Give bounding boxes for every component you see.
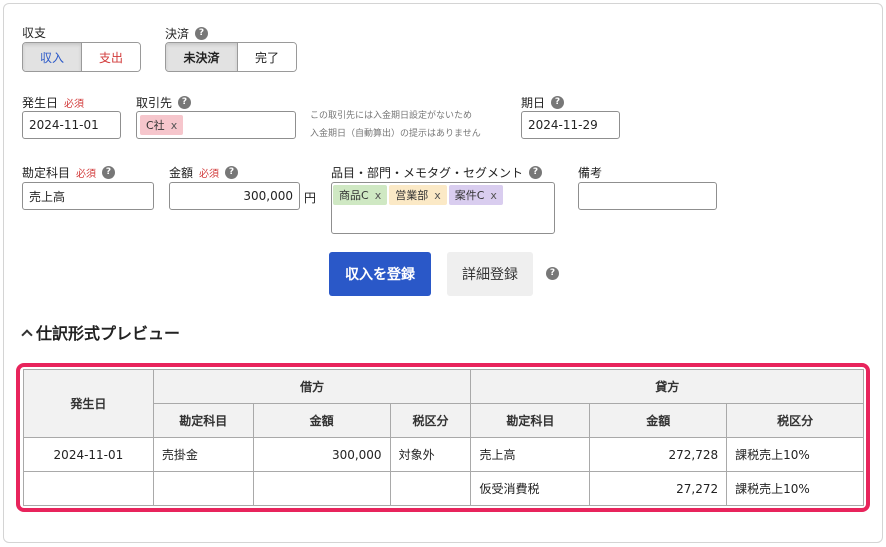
tags-label-text: 品目・部門・メモタグ・セグメント bbox=[331, 166, 524, 180]
date-input[interactable]: 2024-11-01 bbox=[22, 111, 121, 139]
header-credit-amount: 金額 bbox=[589, 403, 728, 438]
partner-note-line2: 入金期日（自動算出）の提示はありません bbox=[310, 129, 481, 139]
partner-tag-text: C社 bbox=[146, 119, 165, 132]
tag-item: 商品C x bbox=[333, 185, 388, 205]
partner-tag: C社 x bbox=[140, 115, 184, 135]
row-date bbox=[23, 471, 154, 506]
detail-register-button[interactable]: 詳細登録 bbox=[447, 252, 533, 296]
settlement-label-text: 決済 bbox=[165, 27, 190, 41]
partner-label: 取引先? bbox=[136, 94, 192, 111]
header-credit: 貸方 bbox=[470, 369, 864, 404]
settlement-help-icon[interactable]: ? bbox=[195, 27, 209, 40]
remove-partner-icon[interactable]: x bbox=[171, 119, 178, 132]
tag-department-text: 営業部 bbox=[395, 189, 429, 202]
tag-memo-text: 案件C bbox=[454, 189, 485, 202]
chevron-up-icon bbox=[21, 329, 33, 341]
date-label-text: 発生日 bbox=[22, 96, 59, 110]
partner-note-line1: この取引先には入金期日設定がないため bbox=[310, 111, 473, 121]
amount-value: 300,000 bbox=[243, 189, 293, 203]
amount-label: 金額 必須? bbox=[169, 164, 239, 181]
settlement-label: 決済? bbox=[165, 25, 209, 42]
due-date-value: 2024-11-29 bbox=[528, 118, 598, 132]
row-debit-tax: 対象外 bbox=[389, 437, 472, 472]
header-debit: 借方 bbox=[152, 369, 472, 404]
row-credit-tax: 課税売上10% bbox=[726, 437, 864, 472]
tags-input[interactable]: 商品C x 営業部 x 案件C x bbox=[331, 182, 555, 234]
row-debit-tax bbox=[389, 471, 472, 506]
row-credit-account: 売上高 bbox=[470, 437, 591, 472]
amount-label-text: 金額 bbox=[169, 166, 194, 180]
header-debit-amount: 金額 bbox=[252, 403, 391, 438]
tags-help-icon[interactable]: ? bbox=[529, 166, 543, 179]
account-label: 勘定科目 必須? bbox=[22, 164, 116, 181]
partner-input[interactable]: C社 x bbox=[136, 111, 296, 139]
tags-label: 品目・部門・メモタグ・セグメント? bbox=[331, 164, 543, 181]
memo-input[interactable] bbox=[578, 182, 717, 210]
required-badge: 必須 bbox=[64, 99, 85, 110]
partner-label-text: 取引先 bbox=[136, 96, 173, 110]
amount-input[interactable]: 300,000 bbox=[169, 182, 300, 210]
date-label: 発生日 必須 bbox=[22, 94, 84, 111]
table-row: 2024-11-01 売掛金 300,000 対象外 売上高 272,728 課… bbox=[23, 437, 864, 472]
preview-title: 仕訳形式プレビュー bbox=[36, 324, 181, 343]
preview-toggle[interactable]: 仕訳形式プレビュー bbox=[21, 320, 180, 344]
header-date: 発生日 bbox=[23, 369, 154, 438]
amount-help-icon[interactable]: ? bbox=[225, 166, 239, 179]
row-date: 2024-11-01 bbox=[23, 437, 154, 472]
type-toggle: 収入 支出 bbox=[22, 42, 141, 72]
date-value: 2024-11-01 bbox=[29, 118, 99, 132]
type-label: 収支 bbox=[22, 24, 46, 41]
amount-unit-text: 円 bbox=[304, 191, 317, 205]
row-credit-account: 仮受消費税 bbox=[470, 471, 591, 506]
header-debit-account: 勘定科目 bbox=[152, 403, 254, 438]
row-credit-amount: 272,728 bbox=[589, 437, 728, 472]
required-badge: 必須 bbox=[199, 169, 220, 180]
tag-item-text: 商品C bbox=[339, 189, 369, 202]
unsettled-option[interactable]: 未決済 bbox=[166, 43, 237, 71]
account-label-text: 勘定科目 bbox=[22, 166, 71, 180]
row-debit-amount bbox=[252, 471, 391, 506]
account-help-icon[interactable]: ? bbox=[102, 166, 116, 179]
row-debit-amount: 300,000 bbox=[252, 437, 391, 472]
type-label-text: 収支 bbox=[22, 26, 47, 40]
memo-label: 備考 bbox=[578, 164, 602, 181]
amount-unit: 円 bbox=[304, 189, 316, 206]
header-credit-tax: 税区分 bbox=[726, 403, 864, 438]
row-debit-account bbox=[152, 471, 254, 506]
due-label: 期日? bbox=[521, 94, 565, 111]
due-help-icon[interactable]: ? bbox=[551, 96, 565, 109]
due-date-input[interactable]: 2024-11-29 bbox=[521, 111, 620, 139]
settled-option[interactable]: 完了 bbox=[237, 43, 296, 71]
header-credit-account: 勘定科目 bbox=[470, 403, 591, 438]
expense-option[interactable]: 支出 bbox=[81, 43, 140, 71]
register-income-button[interactable]: 収入を登録 bbox=[329, 252, 431, 296]
settlement-toggle: 未決済 完了 bbox=[165, 42, 297, 72]
remove-tag-icon[interactable]: x bbox=[434, 189, 441, 202]
header-debit-tax: 税区分 bbox=[389, 403, 472, 438]
required-badge: 必須 bbox=[76, 169, 97, 180]
income-option[interactable]: 収入 bbox=[23, 43, 81, 71]
remove-tag-icon[interactable]: x bbox=[375, 189, 382, 202]
journal-preview-table: 発生日 借方 貸方 勘定科目 金額 税区分 勘定科目 金額 税区分 2024-1… bbox=[23, 369, 864, 506]
account-input[interactable]: 売上高 bbox=[22, 182, 154, 210]
row-credit-amount: 27,272 bbox=[589, 471, 728, 506]
tag-memo: 案件C x bbox=[448, 185, 503, 205]
remove-tag-icon[interactable]: x bbox=[490, 189, 497, 202]
partner-note: この取引先には入金期日設定がないため 入金期日（自動算出）の提示はありません bbox=[310, 107, 481, 143]
row-credit-tax: 課税売上10% bbox=[726, 471, 864, 506]
memo-label-text: 備考 bbox=[578, 166, 603, 180]
tag-department: 営業部 x bbox=[389, 185, 447, 205]
table-row: 仮受消費税 27,272 課税売上10% bbox=[23, 471, 864, 506]
row-debit-account: 売掛金 bbox=[152, 437, 254, 472]
account-value: 売上高 bbox=[29, 189, 66, 204]
register-help-icon[interactable]: ? bbox=[546, 267, 559, 280]
partner-help-icon[interactable]: ? bbox=[178, 96, 192, 109]
due-label-text: 期日 bbox=[521, 96, 546, 110]
